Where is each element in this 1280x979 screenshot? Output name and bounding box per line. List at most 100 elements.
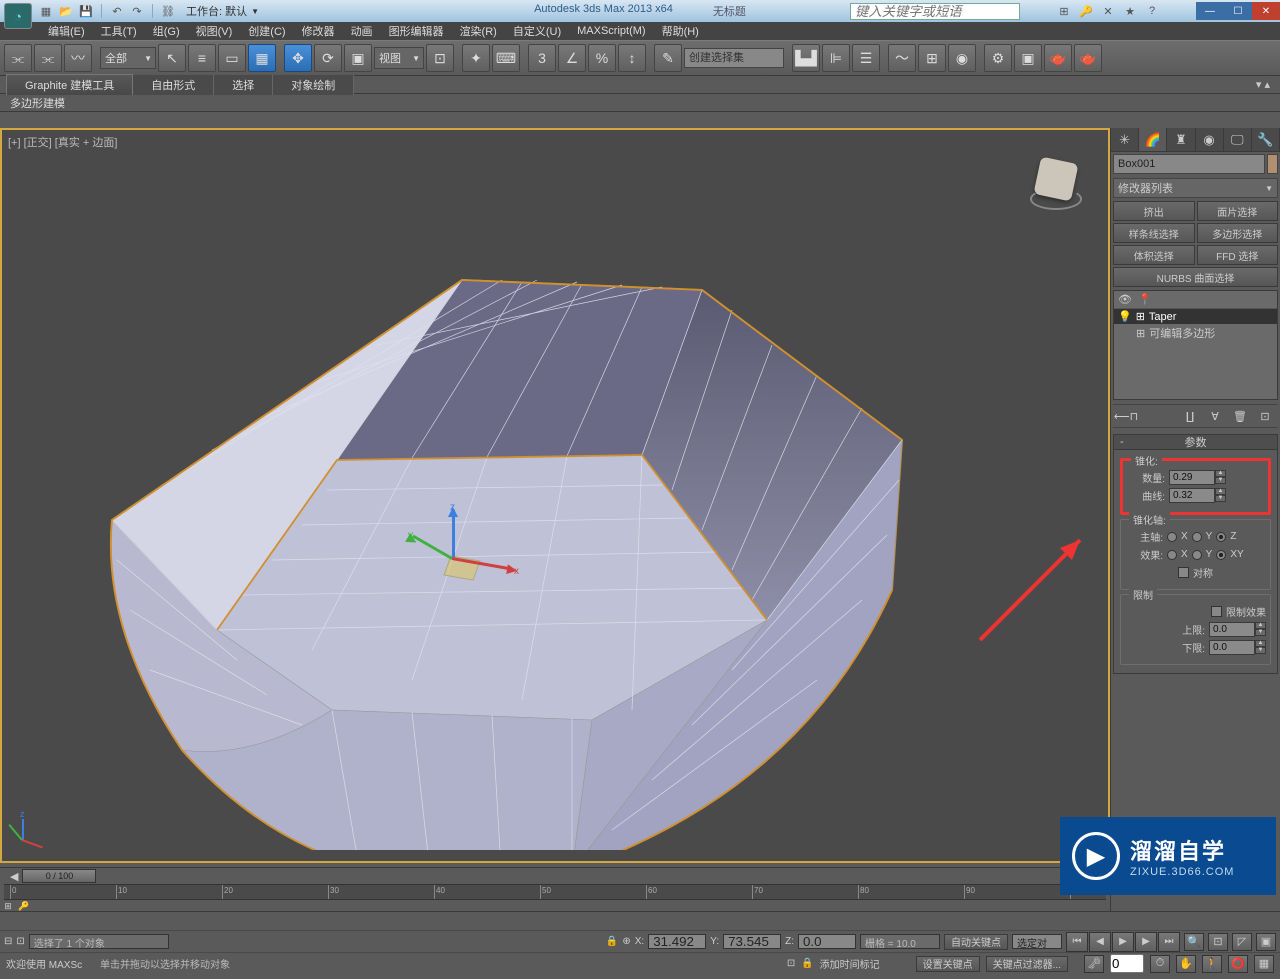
menu-help[interactable]: 帮助(H) <box>654 23 707 39</box>
ribbon-tab-selection[interactable]: 选择 <box>214 75 273 95</box>
ribbon-panel-polymodel[interactable]: 多边形建模 <box>10 95 65 111</box>
viewport-nav-fov[interactable]: ◸ <box>1232 933 1252 951</box>
viewport-nav-maxtoggle[interactable]: ▦ <box>1254 955 1274 973</box>
keyfilter-button[interactable]: 关键点过滤器... <box>986 956 1068 972</box>
render-frame-button[interactable]: ▣ <box>1014 44 1042 72</box>
remove-mod-button[interactable]: 🗑 <box>1229 407 1251 425</box>
isolate-icon[interactable]: ⊡ <box>787 958 795 969</box>
next-frame-button[interactable]: ▶ <box>1135 932 1157 952</box>
hierarchy-tab[interactable]: ♜ <box>1167 128 1195 151</box>
save-icon[interactable]: 💾 <box>78 3 94 19</box>
pivot-center-button[interactable]: ⊡ <box>426 44 454 72</box>
timeconfig-key-icon[interactable]: 🗝 <box>1084 955 1104 973</box>
selbtn-extrude[interactable]: 挤出 <box>1113 201 1195 221</box>
display-tab[interactable]: 🖵 <box>1224 128 1252 151</box>
primary-z-radio[interactable] <box>1216 532 1226 542</box>
utilities-tab[interactable]: 🔧 <box>1252 128 1280 151</box>
viewport[interactable]: [+] [正交] [真实 + 边面] <box>0 128 1110 863</box>
undo-icon[interactable]: ↶ <box>109 3 125 19</box>
material-editor-button[interactable]: ◉ <box>948 44 976 72</box>
ribbon-tab-freeform[interactable]: 自由形式 <box>133 75 214 95</box>
viewport-label[interactable]: [+] [正交] [真实 + 边面] <box>8 134 117 150</box>
render-prod-button[interactable]: 🫖 <box>1074 44 1102 72</box>
rect-region-button[interactable]: ▭ <box>218 44 246 72</box>
selbtn-patchsel[interactable]: 面片选择 <box>1197 201 1279 221</box>
close-button[interactable]: ✕ <box>1252 2 1280 20</box>
viewport-nav-walk[interactable]: 🚶 <box>1202 955 1222 973</box>
app-menu-button[interactable]: ◔ <box>4 3 32 29</box>
manipulate-button[interactable]: ✦ <box>462 44 490 72</box>
redo-icon[interactable]: ↷ <box>129 3 145 19</box>
x-coord-input[interactable] <box>648 934 706 949</box>
timeslider-left-icon[interactable]: ◀ <box>10 870 18 883</box>
prompt-icon[interactable]: ⊡ <box>16 936 24 947</box>
lock-icon[interactable]: 🔒 <box>606 936 618 947</box>
selection-filter-dropdown[interactable]: 全部 <box>100 47 156 69</box>
mirror-button[interactable]: ▙▟ <box>792 44 820 72</box>
selbtn-splinesel[interactable]: 样条线选择 <box>1113 223 1195 243</box>
snap-3d-button[interactable]: 3 <box>528 44 556 72</box>
editnamedsel-button[interactable]: ✎ <box>654 44 682 72</box>
help-icon[interactable]: ? <box>1144 3 1160 19</box>
spinner-up[interactable]: ▲ <box>1215 488 1226 495</box>
symmetry-checkbox[interactable] <box>1178 567 1189 578</box>
frame-input[interactable] <box>1110 954 1144 973</box>
open-icon[interactable]: 📂 <box>58 3 74 19</box>
angle-snap-button[interactable]: ∠ <box>558 44 586 72</box>
keyboard-shortcut-button[interactable]: ⌨ <box>492 44 520 72</box>
selbtn-ffdsel[interactable]: FFD 选择 <box>1197 245 1279 265</box>
taper-amount-input[interactable] <box>1169 470 1215 485</box>
move-button[interactable]: ✥ <box>284 44 312 72</box>
render-button[interactable]: 🫖 <box>1044 44 1072 72</box>
abs-rel-icon[interactable]: ⊕ <box>622 936 630 947</box>
menu-create[interactable]: 创建(C) <box>240 23 293 39</box>
time-ruler[interactable]: 0102030405060708090100 <box>4 884 1106 900</box>
subscription-icon[interactable]: 🔑 <box>1078 3 1094 19</box>
goto-end-button[interactable]: ⏭ <box>1158 932 1180 952</box>
spinner-down[interactable]: ▼ <box>1215 495 1226 502</box>
maximize-button[interactable]: ☐ <box>1224 2 1252 20</box>
ribbon-tab-graphite[interactable]: Graphite 建模工具 <box>6 74 133 95</box>
menu-edit[interactable]: 编辑(E) <box>40 23 93 39</box>
window-crossing-button[interactable]: ▦ <box>248 44 276 72</box>
primary-x-radio[interactable] <box>1167 532 1177 542</box>
schematic-button[interactable]: ⊞ <box>918 44 946 72</box>
spinner-up[interactable]: ▲ <box>1215 470 1226 477</box>
stack-item-editpoly[interactable]: 可编辑多边形 <box>1149 325 1215 341</box>
limit-lower-input[interactable] <box>1209 640 1255 655</box>
percent-snap-button[interactable]: % <box>588 44 616 72</box>
effect-y-radio[interactable] <box>1192 550 1202 560</box>
primary-y-radio[interactable] <box>1192 532 1202 542</box>
pin-stack-button[interactable]: ⟵⊓ <box>1115 407 1137 425</box>
taper-curve-input[interactable] <box>1169 488 1215 503</box>
align-button[interactable]: ⊫ <box>822 44 850 72</box>
infocenter-icon[interactable]: ⊞ <box>1056 3 1072 19</box>
viewport-nav-zoom[interactable]: 🔍 <box>1184 933 1204 951</box>
ribbon-pin-icon[interactable]: ▾ ▴ <box>1256 78 1270 91</box>
y-coord-input[interactable] <box>723 934 781 949</box>
rotate-button[interactable]: ⟳ <box>314 44 342 72</box>
unlink-button[interactable]: ⫘ <box>34 44 62 72</box>
viewport-nav-zoomext[interactable]: ▣ <box>1256 933 1276 951</box>
new-icon[interactable]: ▦ <box>38 3 54 19</box>
stack-pin-icon[interactable]: 📍 <box>1138 293 1152 306</box>
selbtn-nurbssel[interactable]: NURBS 曲面选择 <box>1113 267 1278 287</box>
setkey-button[interactable]: 设置关键点 <box>916 956 980 972</box>
spinner-snap-button[interactable]: ↕ <box>618 44 646 72</box>
configure-sets-button[interactable]: ⊡ <box>1254 407 1276 425</box>
motion-tab[interactable]: ◉ <box>1196 128 1224 151</box>
menu-modifiers[interactable]: 修改器 <box>294 23 343 39</box>
make-unique-button[interactable]: ∀ <box>1204 407 1226 425</box>
selbtn-polysel[interactable]: 多边形选择 <box>1197 223 1279 243</box>
workspace-dropdown[interactable]: 工作台: 默认 <box>186 3 247 19</box>
minimize-button[interactable]: — <box>1196 2 1224 20</box>
scale-button[interactable]: ▣ <box>344 44 372 72</box>
menu-tools[interactable]: 工具(T) <box>93 23 145 39</box>
link-button[interactable]: ⫘ <box>4 44 32 72</box>
curve-editor-button[interactable]: 〜 <box>888 44 916 72</box>
prev-frame-button[interactable]: ◀ <box>1089 932 1111 952</box>
ribbon-tab-paint[interactable]: 对象绘制 <box>273 75 354 95</box>
effect-xy-radio[interactable] <box>1216 550 1226 560</box>
link-icon[interactable]: ⛓ <box>160 3 176 19</box>
time-slider-thumb[interactable]: 0 / 100 <box>22 869 96 883</box>
